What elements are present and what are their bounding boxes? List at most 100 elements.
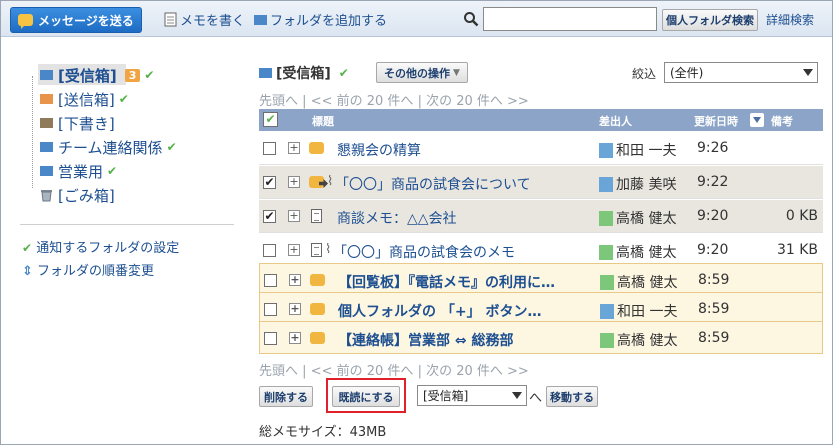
message-icon (310, 274, 325, 286)
expand-icon[interactable]: + (288, 210, 300, 222)
sidebar-item-drafts[interactable]: [下書き] (40, 112, 115, 134)
table-header: ✔ 標題 差出人 更新日時 備考 (259, 109, 823, 131)
column-subject[interactable]: 標題 (312, 113, 334, 129)
filter-label: 絞込 (632, 67, 657, 81)
select-all-checkbox[interactable]: ✔ (263, 112, 278, 127)
filter-select-value: (全件) (670, 66, 704, 80)
memo-icon (311, 243, 322, 257)
add-folder-label: フォルダを追加する (270, 14, 388, 29)
row-subject[interactable]: 【連絡帳】営業部 ⇔ 総務部 (338, 330, 600, 350)
mark-read-button[interactable]: 既読にする (332, 386, 400, 407)
move-target-select[interactable]: [受信箱] (417, 385, 527, 406)
table-row[interactable]: ✔ + ⌇ 「〇〇」商品の試食会について 加藤 美咲 9:22 (259, 166, 823, 199)
page-title: [受信箱] ✔ (259, 63, 349, 83)
row-subject[interactable]: 個人フォルダの 「+」 ボタン… (338, 301, 600, 321)
column-updated[interactable]: 更新日時 (694, 113, 738, 129)
row-sender[interactable]: 高橋 健太 (600, 272, 677, 292)
search-icon (464, 12, 479, 27)
page-title-text: [受信箱] (276, 66, 331, 82)
row-sender[interactable]: 和田 一夫 (599, 140, 676, 160)
table-row[interactable]: ✔ + 商談メモ：△△会社 高橋 健太 9:20 0 KB (259, 200, 823, 233)
send-message-button[interactable]: メッセージを送る (10, 7, 142, 33)
sidebar-item-label: 営業用 (58, 162, 104, 181)
user-icon (599, 244, 613, 260)
sidebar-item-inbox[interactable]: [受信箱] 3 ✔ (40, 64, 154, 86)
row-subject[interactable]: 商談メモ：△△会社 (337, 208, 457, 228)
other-operations-button[interactable]: その他の操作 ▼ (376, 62, 468, 83)
row-sender[interactable]: 高橋 健太 (599, 208, 676, 228)
expand-icon[interactable]: + (289, 332, 301, 344)
column-sender[interactable]: 差出人 (599, 113, 632, 129)
row-checkbox[interactable] (263, 244, 276, 257)
row-sender-name: 高橋 健太 (617, 333, 678, 349)
row-checkbox[interactable] (264, 303, 277, 316)
add-folder-link[interactable]: フォルダを追加する (254, 10, 387, 29)
unread-count-badge: 3 (124, 68, 141, 82)
row-sender-name: 加藤 美咲 (616, 177, 677, 193)
move-button[interactable]: 移動する (546, 386, 598, 407)
row-size: 0 KB (785, 208, 818, 224)
expand-icon[interactable]: + (288, 142, 300, 154)
row-subject[interactable]: 懇親会の精算 (337, 140, 421, 160)
row-checkbox[interactable] (264, 332, 277, 345)
row-subject[interactable]: 「〇〇」商品の試食会のメモ (333, 242, 515, 262)
row-subject[interactable]: 【回覧板】『電話メモ』の利用に… (338, 272, 600, 292)
notify-settings-link[interactable]: ✔ 通知するフォルダの設定 (22, 237, 179, 256)
row-sender-name: 高橋 健太 (616, 211, 677, 227)
sidebar-item-trash[interactable]: [ごみ箱] (40, 184, 115, 206)
write-memo-link[interactable]: メモを書く (164, 10, 245, 29)
delete-button[interactable]: 削除する (259, 386, 313, 407)
send-message-label: メッセージを送る (38, 13, 134, 28)
message-icon (310, 303, 325, 315)
reorder-folders-link[interactable]: ⇕ フォルダの順番変更 (22, 260, 154, 279)
folder-icon (254, 14, 267, 25)
filter-select[interactable]: (全件) (664, 62, 818, 83)
pager-first: 先頭へ (259, 364, 299, 379)
row-checkbox[interactable] (263, 142, 276, 155)
row-time: 9:22 (697, 174, 729, 190)
check-icon: ✔ (118, 92, 129, 106)
memo-icon (164, 12, 177, 27)
row-subject[interactable]: 「〇〇」商品の試食会について (335, 174, 531, 194)
sidebar-item-sales[interactable]: 営業用 ✔ (40, 160, 117, 182)
search-input[interactable] (483, 7, 657, 31)
write-memo-label: メモを書く (180, 14, 246, 29)
sidebar-item-team[interactable]: チーム連絡関係 ✔ (40, 136, 177, 158)
advanced-search-link[interactable]: 詳細検索 (766, 11, 814, 28)
sidebar-item-sent[interactable]: [送信箱] ✔ (40, 88, 129, 110)
check-icon: ✔ (144, 68, 155, 82)
pager-separator: | (302, 364, 307, 379)
pager-top: 先頭へ | << 前の 20 件へ | 次の 20 件へ >> (259, 90, 529, 109)
folder-orange-icon (40, 94, 53, 104)
message-icon (18, 14, 33, 29)
attachment-icon: ⌇ (325, 242, 332, 257)
move-target-value: [受信箱] (423, 389, 469, 403)
expand-icon[interactable]: + (288, 176, 300, 188)
row-sender[interactable]: 和田 一夫 (600, 301, 677, 321)
row-checkbox[interactable]: ✔ (263, 210, 276, 223)
attachment-icon: ⌇ (327, 174, 334, 189)
row-time: 8:59 (698, 330, 730, 346)
row-sender[interactable]: 加藤 美咲 (599, 174, 676, 194)
folder-blue-icon (40, 142, 53, 152)
personal-folder-search-button[interactable]: 個人フォルダ検索 (662, 9, 758, 31)
row-checkbox[interactable] (264, 274, 277, 287)
table-row[interactable]: + 【連絡帳】営業部 ⇔ 総務部 高橋 健太 8:59 (259, 321, 823, 354)
folder-brown-icon (40, 118, 53, 128)
other-operations-label: その他の操作 (384, 66, 451, 80)
expand-icon[interactable]: + (289, 303, 301, 315)
expand-icon[interactable]: + (288, 244, 300, 256)
row-checkbox[interactable]: ✔ (263, 176, 276, 189)
row-sender[interactable]: 高橋 健太 (600, 330, 677, 350)
row-sender-name: 高橋 健太 (616, 245, 677, 261)
user-icon (600, 274, 614, 290)
reorder-label: フォルダの順番変更 (37, 264, 155, 279)
row-sender[interactable]: 高橋 健太 (599, 242, 676, 262)
expand-icon[interactable]: + (289, 274, 301, 286)
reorder-arrows-icon: ⇕ (22, 264, 33, 279)
folder-blue-icon (40, 166, 53, 176)
toolbar: メッセージを送る メモを書く フォルダを追加する 個人フォルダ検索 詳細検索 (1, 1, 832, 37)
table-row[interactable]: + 懇親会の精算 和田 一夫 9:26 (259, 132, 823, 165)
sort-descending-icon[interactable] (750, 113, 764, 127)
pager-prev: << 前の 20 件へ (310, 94, 414, 109)
